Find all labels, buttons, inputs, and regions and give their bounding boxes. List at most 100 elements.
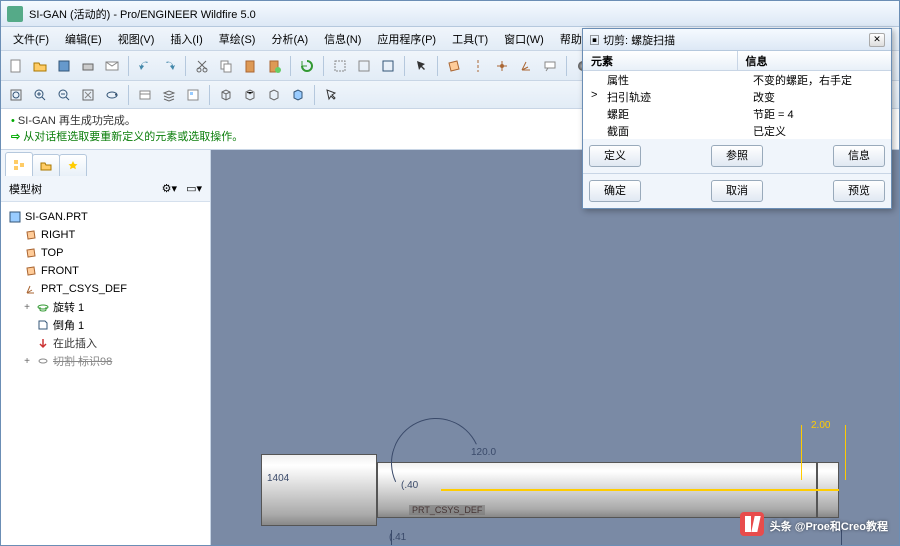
tab-model-tree[interactable] (5, 152, 33, 176)
revolve-icon (36, 300, 50, 314)
regen-icon[interactable] (296, 55, 318, 77)
new-icon[interactable] (5, 55, 27, 77)
expand-icon[interactable]: + (21, 302, 33, 313)
tree-tools: ⚙▾ ▭▾ (162, 182, 202, 195)
tree-label: 切割 标识98 (53, 353, 112, 369)
view-manager-icon[interactable] (182, 84, 204, 106)
row-key: 属性 (599, 71, 745, 88)
ok-button[interactable]: 确定 (589, 180, 641, 202)
tree-item[interactable]: +旋转 1 (5, 298, 206, 316)
layers-icon[interactable] (158, 84, 180, 106)
dim-value[interactable]: 2.00 (811, 420, 830, 431)
dialog-rows[interactable]: 属性不变的螺距，右手定 >扫引轨迹改变 螺距节距 = 4 截面已定义 (583, 71, 891, 139)
separator (128, 85, 129, 105)
redo-icon[interactable] (158, 55, 180, 77)
menu-analysis[interactable]: 分析(A) (263, 29, 316, 49)
view-refit-icon[interactable] (5, 84, 27, 106)
annotation-icon[interactable] (539, 55, 561, 77)
menu-sketch[interactable]: 草绘(S) (211, 29, 264, 49)
mail-icon[interactable] (101, 55, 123, 77)
model-tree[interactable]: SI-GAN.PRT RIGHT TOP FRONT PRT_CSYS_DEF … (1, 202, 210, 545)
menu-edit[interactable]: 编辑(E) (57, 29, 110, 49)
box2-icon[interactable] (353, 55, 375, 77)
display-wireframe-icon[interactable] (215, 84, 237, 106)
box1-icon[interactable] (329, 55, 351, 77)
saved-views-icon[interactable] (134, 84, 156, 106)
csys-icon[interactable] (515, 55, 537, 77)
row-key: 螺距 (599, 105, 745, 122)
datum-axis-icon[interactable] (467, 55, 489, 77)
menu-info[interactable]: 信息(N) (316, 29, 369, 49)
dialog-titlebar[interactable]: ▣ 切剪: 螺旋扫描 ✕ (583, 29, 891, 51)
copy-icon[interactable] (215, 55, 237, 77)
select-icon[interactable] (410, 55, 432, 77)
tab-favorites[interactable] (59, 154, 87, 176)
info-button[interactable]: 信息 (833, 145, 885, 167)
dialog-row[interactable]: >扫引轨迹改变 (583, 88, 891, 105)
open-icon[interactable] (29, 55, 51, 77)
tree-item[interactable]: 倒角 1 (5, 316, 206, 334)
cursor-icon[interactable] (320, 84, 342, 106)
tree-label: TOP (41, 247, 63, 259)
datum-point-icon[interactable] (491, 55, 513, 77)
tree-item[interactable]: TOP (5, 244, 206, 262)
row-key: 截面 (599, 122, 745, 139)
separator (323, 56, 324, 76)
separator (566, 56, 567, 76)
menu-insert[interactable]: 插入(I) (162, 29, 210, 49)
display-nohidden-icon[interactable] (263, 84, 285, 106)
tree-item-insert-here[interactable]: 在此插入 (5, 334, 206, 352)
cancel-button[interactable]: 取消 (711, 180, 763, 202)
close-icon[interactable]: ✕ (869, 33, 885, 47)
tree-item[interactable]: + 切割 标识98 (5, 352, 206, 370)
menu-application[interactable]: 应用程序(P) (369, 29, 444, 49)
col-info: 信息 (738, 51, 892, 70)
display-hidden-icon[interactable] (239, 84, 261, 106)
dialog-title: 切剪: 螺旋扫描 (603, 35, 675, 47)
row-key: 扫引轨迹 (599, 88, 745, 105)
menu-view[interactable]: 视图(V) (110, 29, 163, 49)
ref-button[interactable]: 参照 (711, 145, 763, 167)
view-repaint-icon[interactable] (77, 84, 99, 106)
menu-window[interactable]: 窗口(W) (496, 29, 552, 49)
dialog-row[interactable]: 截面已定义 (583, 122, 891, 139)
tree-show-icon[interactable]: ▭▾ (186, 183, 202, 195)
dialog-row[interactable]: 螺距节距 = 4 (583, 105, 891, 122)
view-zoom-in-icon[interactable] (29, 84, 51, 106)
define-button[interactable]: 定义 (589, 145, 641, 167)
separator (128, 56, 129, 76)
tree-label: 倒角 1 (53, 317, 84, 333)
dialog-row[interactable]: 属性不变的螺距，右手定 (583, 71, 891, 88)
tree-title: 模型树 (9, 181, 42, 197)
menu-tools[interactable]: 工具(T) (444, 29, 496, 49)
print-icon[interactable] (77, 55, 99, 77)
tree-item[interactable]: PRT_CSYS_DEF (5, 280, 206, 298)
tab-folder[interactable] (32, 154, 60, 176)
graphics-viewport[interactable]: 1404 (.40 (.41 120.0 2.00 270.60 PRT_CSY… (211, 150, 899, 545)
display-shaded-icon[interactable] (287, 84, 309, 106)
plane-icon (24, 228, 38, 242)
box3-icon[interactable] (377, 55, 399, 77)
watermark: 头条 @Proe和Creo教程 (740, 510, 888, 536)
preview-button[interactable]: 预览 (833, 180, 885, 202)
chamfer-icon (36, 318, 50, 332)
expand-icon[interactable]: + (21, 356, 33, 367)
dim-value[interactable]: 1404 (267, 473, 289, 484)
helical-sweep-dialog[interactable]: ▣ 切剪: 螺旋扫描 ✕ 元素 信息 属性不变的螺距，右手定 >扫引轨迹改变 螺… (582, 28, 892, 209)
cut-icon[interactable] (191, 55, 213, 77)
paste-special-icon[interactable] (263, 55, 285, 77)
tree-root[interactable]: SI-GAN.PRT (5, 208, 206, 226)
tree-root-label: SI-GAN.PRT (25, 211, 88, 223)
tree-item[interactable]: FRONT (5, 262, 206, 280)
menu-file[interactable]: 文件(F) (5, 29, 57, 49)
save-icon[interactable] (53, 55, 75, 77)
view-spin-icon[interactable] (101, 84, 123, 106)
view-zoom-out-icon[interactable] (53, 84, 75, 106)
datum-plane-icon[interactable] (443, 55, 465, 77)
tree-settings-icon[interactable]: ⚙▾ (162, 183, 177, 195)
highlight-edge (441, 489, 839, 491)
tree-item[interactable]: RIGHT (5, 226, 206, 244)
undo-icon[interactable] (134, 55, 156, 77)
paste-icon[interactable] (239, 55, 261, 77)
message-2: 从对话框选取要重新定义的元素或选取操作。 (23, 131, 243, 143)
